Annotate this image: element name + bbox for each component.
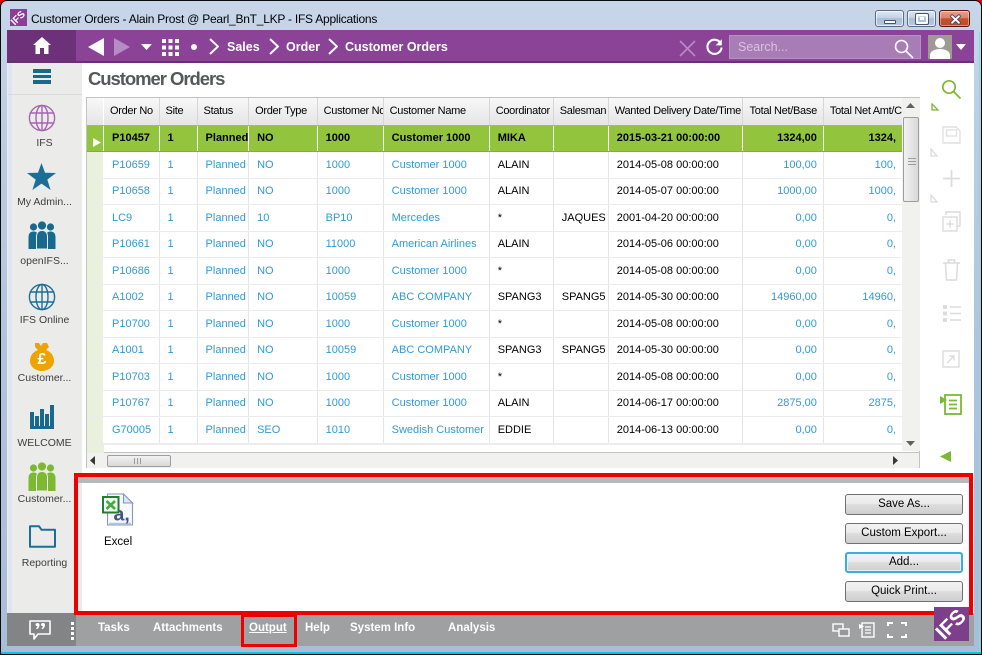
svg-text:£: £ xyxy=(38,351,47,368)
